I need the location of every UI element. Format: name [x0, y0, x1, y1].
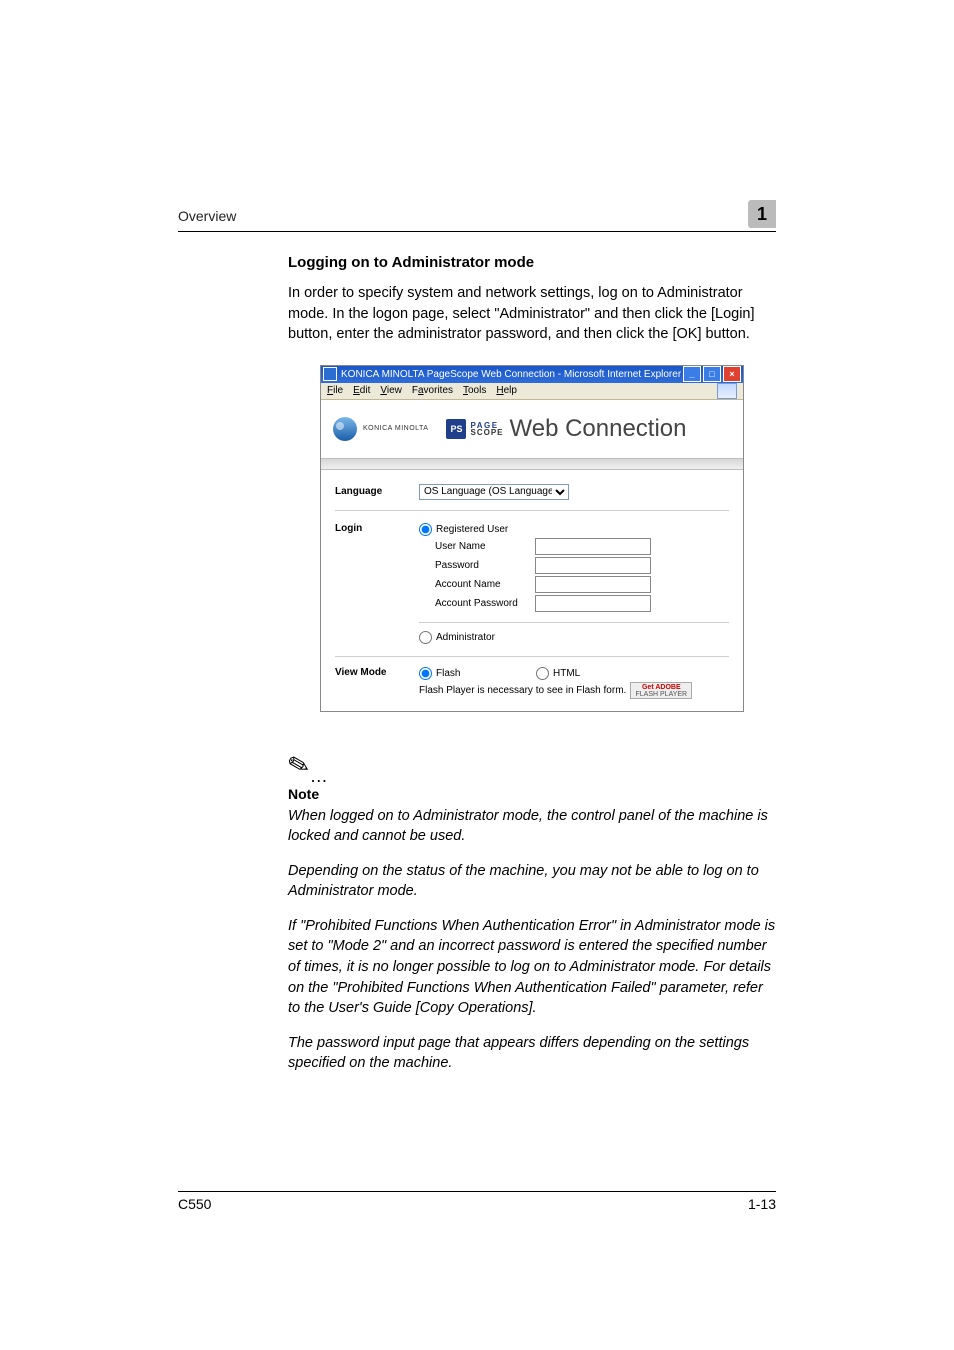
radio-administrator[interactable]: [419, 631, 432, 644]
note-label: Note: [288, 786, 776, 802]
get-flash-player-badge[interactable]: Get ADOBEFLASH PLAYER: [630, 682, 692, 699]
menu-favorites[interactable]: Favorites: [412, 385, 453, 396]
menu-tools[interactable]: Tools: [463, 385, 486, 396]
login-label: Login: [335, 521, 419, 534]
menu-edit[interactable]: Edit: [353, 385, 370, 396]
menu-file[interactable]: File: [327, 385, 343, 396]
section-intro: In order to specify system and network s…: [288, 283, 776, 345]
html-option-label: HTML: [553, 668, 580, 679]
radio-html[interactable]: [536, 667, 549, 680]
footer-page-number: 1-13: [748, 1196, 776, 1212]
note-paragraph: When logged on to Administrator mode, th…: [288, 806, 776, 847]
product-banner: KONICA MINOLTA PS PAGE SCOPE Web Connect…: [321, 400, 743, 458]
password-field[interactable]: [535, 557, 651, 574]
globe-icon: [333, 417, 357, 441]
menu-help[interactable]: Help: [496, 385, 517, 396]
pagescope-scope: SCOPE: [470, 429, 503, 436]
chapter-badge: 1: [748, 200, 776, 228]
embedded-screenshot: KONICA MINOLTA PageScope Web Connection …: [320, 365, 744, 712]
window-title: KONICA MINOLTA PageScope Web Connection …: [341, 369, 681, 380]
window-maximize-button[interactable]: □: [703, 366, 721, 382]
footer-rule: [178, 1191, 776, 1192]
ie-throbber-icon: [717, 383, 737, 399]
footer-model: C550: [178, 1196, 211, 1212]
flash-option-label: Flash: [436, 668, 536, 679]
header-rule: [178, 231, 776, 232]
view-mode-label: View Mode: [335, 665, 419, 678]
ie-app-icon: [323, 367, 337, 381]
note-icon: ✎…: [288, 758, 776, 782]
window-close-button[interactable]: ×: [723, 366, 741, 382]
administrator-label: Administrator: [436, 632, 495, 643]
language-label: Language: [335, 484, 419, 497]
brand-text: KONICA MINOLTA: [363, 425, 428, 432]
language-select[interactable]: OS Language (OS Language): [419, 484, 569, 500]
menu-view[interactable]: View: [380, 385, 402, 396]
section-heading: Logging on to Administrator mode: [288, 254, 776, 271]
account-name-field[interactable]: [535, 576, 651, 593]
user-name-field[interactable]: [535, 538, 651, 555]
note-paragraph: If "Prohibited Functions When Authentica…: [288, 916, 776, 1019]
note-paragraph: The password input page that appears dif…: [288, 1033, 776, 1074]
user-name-label: User Name: [435, 541, 535, 552]
flash-note: Flash Player is necessary to see in Flas…: [419, 685, 626, 696]
window-titlebar: KONICA MINOLTA PageScope Web Connection …: [321, 366, 743, 383]
banner-divider: [321, 458, 743, 470]
account-name-label: Account Name: [435, 579, 535, 590]
pagescope-badge-icon: PS: [446, 419, 466, 439]
account-password-field[interactable]: [535, 595, 651, 612]
menu-bar: File Edit View Favorites Tools Help: [321, 383, 743, 400]
account-password-label: Account Password: [435, 598, 535, 609]
product-name: Web Connection: [510, 415, 687, 443]
radio-flash[interactable]: [419, 667, 432, 680]
note-paragraph: Depending on the status of the machine, …: [288, 861, 776, 902]
radio-registered-user[interactable]: [419, 523, 432, 536]
password-field-label: Password: [435, 560, 535, 571]
registered-user-label: Registered User: [436, 524, 508, 535]
running-head: Overview: [178, 208, 236, 228]
window-minimize-button[interactable]: _: [683, 366, 701, 382]
